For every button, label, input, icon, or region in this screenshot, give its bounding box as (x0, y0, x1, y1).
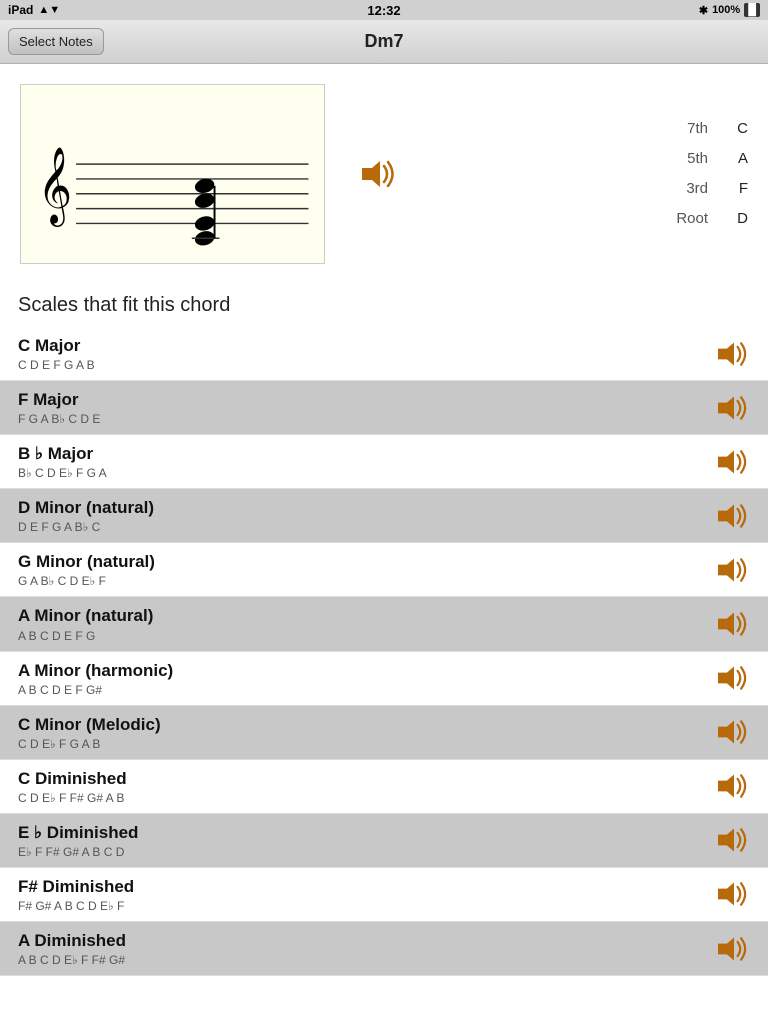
scale-list: C MajorC D E F G A B F MajorF G A B♭ C D… (0, 327, 768, 976)
scale-info: F# DiminishedF# G# A B C D E♭ F (18, 876, 712, 913)
scale-name: A Diminished (18, 930, 712, 952)
chord-sound-button[interactable] (355, 154, 405, 194)
wifi-icon: ▲▼ (38, 4, 60, 16)
scale-item: A Minor (natural) A B C D E F G (0, 597, 768, 651)
scale-sound-button[interactable] (712, 444, 756, 480)
note-value-7th: C (728, 114, 748, 144)
note-row-root: Root D (676, 204, 748, 234)
scale-item: F MajorF G A B♭ C D E (0, 381, 768, 435)
scale-name: A Minor (natural) (18, 605, 712, 627)
scale-notes: C D E♭ F F# G# A B (18, 791, 712, 805)
scale-notes: B♭ C D E♭ F G A (18, 466, 712, 480)
status-bar: iPad ▲▼ 12:32 ✱ 100% █ (0, 0, 768, 20)
scale-item: A Minor (harmonic)A B C D E F G# (0, 652, 768, 706)
scale-info: A Minor (harmonic)A B C D E F G# (18, 660, 712, 697)
staff-notation: 𝄞 (20, 84, 325, 264)
status-time: 12:32 (367, 3, 400, 18)
scale-sound-button[interactable] (712, 498, 756, 534)
scale-sound-button[interactable] (712, 768, 756, 804)
note-row-3rd: 3rd F (676, 174, 748, 204)
scale-item: C MajorC D E F G A B (0, 327, 768, 381)
scale-sound-button[interactable] (712, 552, 756, 588)
scale-item: A DiminishedA B C D E♭ F F# G# (0, 922, 768, 976)
note-row-7th: 7th C (676, 114, 748, 144)
scale-name: E ♭ Diminished (18, 822, 712, 844)
nav-bar: Select Notes Dm7 (0, 20, 768, 64)
scale-sound-button[interactable] (712, 336, 756, 372)
scale-notes: F# G# A B C D E♭ F (18, 899, 712, 913)
scale-item: G Minor (natural)G A B♭ C D E♭ F (0, 543, 768, 597)
scale-sound-button[interactable] (712, 822, 756, 858)
scale-info: B ♭ MajorB♭ C D E♭ F G A (18, 443, 712, 480)
note-label-7th: 7th (687, 114, 708, 144)
bluetooth-icon: ✱ (699, 4, 708, 17)
scale-name: F# Diminished (18, 876, 712, 898)
note-value-3rd: F (728, 174, 748, 204)
note-label-5th: 5th (687, 144, 708, 174)
scale-info: A Minor (natural) A B C D E F G (18, 605, 712, 642)
note-row-5th: 5th A (676, 144, 748, 174)
scale-sound-button[interactable] (712, 931, 756, 967)
scale-name: C Major (18, 335, 712, 357)
scale-name: C Minor (Melodic) (18, 714, 712, 736)
scale-name: G Minor (natural) (18, 551, 712, 573)
scale-item: D Minor (natural)D E F G A B♭ C (0, 489, 768, 543)
scale-notes: A B C D E F G# (18, 683, 712, 697)
main-content: 𝄞 (0, 64, 768, 976)
scale-item: B ♭ MajorB♭ C D E♭ F G A (0, 435, 768, 489)
scale-sound-button[interactable] (712, 714, 756, 750)
scale-info: A DiminishedA B C D E♭ F F# G# (18, 930, 712, 967)
scale-notes: F G A B♭ C D E (18, 412, 712, 426)
nav-title: Dm7 (364, 31, 403, 52)
scale-sound-button[interactable] (712, 876, 756, 912)
scale-notes: A B C D E F G (18, 629, 712, 643)
scale-notes: C D E F G A B (18, 358, 712, 372)
note-value-root: D (728, 204, 748, 234)
scale-notes: D E F G A B♭ C (18, 520, 712, 534)
status-left: iPad ▲▼ (8, 3, 60, 17)
scale-sound-button[interactable] (712, 390, 756, 426)
scale-name: B ♭ Major (18, 443, 712, 465)
battery-icon: █ (744, 3, 760, 17)
scale-sound-button[interactable] (712, 660, 756, 696)
status-right: ✱ 100% █ (699, 3, 760, 17)
scale-info: C DiminishedC D E♭ F F# G# A B (18, 768, 712, 805)
note-label-root: Root (676, 204, 708, 234)
device-label: iPad (8, 3, 33, 17)
scale-info: G Minor (natural)G A B♭ C D E♭ F (18, 551, 712, 588)
scale-notes: E♭ F F# G# A B C D (18, 845, 712, 859)
scales-header: Scales that fit this chord (0, 274, 768, 327)
scale-item: C DiminishedC D E♭ F F# G# A B (0, 760, 768, 814)
scale-info: C MajorC D E F G A B (18, 335, 712, 372)
scale-item: F# DiminishedF# G# A B C D E♭ F (0, 868, 768, 922)
chord-notes: 7th C 5th A 3rd F Root D (676, 114, 748, 234)
scale-notes: C D E♭ F G A B (18, 737, 712, 751)
battery-label: 100% (712, 4, 740, 16)
note-value-5th: A (728, 144, 748, 174)
note-label-3rd: 3rd (686, 174, 708, 204)
scale-info: F MajorF G A B♭ C D E (18, 389, 712, 426)
scale-name: D Minor (natural) (18, 497, 712, 519)
scale-sound-button[interactable] (712, 606, 756, 642)
chord-display: 𝄞 (0, 74, 768, 274)
scale-notes: G A B♭ C D E♭ F (18, 574, 712, 588)
scale-name: A Minor (harmonic) (18, 660, 712, 682)
scale-item: C Minor (Melodic)C D E♭ F G A B (0, 706, 768, 760)
scale-name: F Major (18, 389, 712, 411)
scale-info: C Minor (Melodic)C D E♭ F G A B (18, 714, 712, 751)
select-notes-button[interactable]: Select Notes (8, 28, 104, 55)
scale-info: D Minor (natural)D E F G A B♭ C (18, 497, 712, 534)
scale-item: E ♭ DiminishedE♭ F F# G# A B C D (0, 814, 768, 868)
scale-notes: A B C D E♭ F F# G# (18, 953, 712, 967)
scale-info: E ♭ DiminishedE♭ F F# G# A B C D (18, 822, 712, 859)
scale-name: C Diminished (18, 768, 712, 790)
svg-text:𝄞: 𝄞 (38, 148, 72, 227)
